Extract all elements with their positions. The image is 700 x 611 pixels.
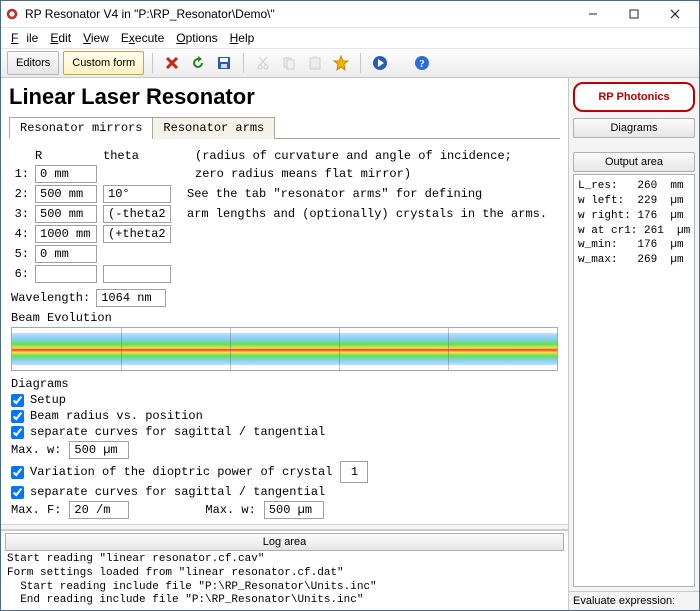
menubar: File Edit View Execute Options Help: [1, 28, 699, 49]
separator: [243, 53, 244, 73]
cb-radius[interactable]: [11, 410, 24, 423]
col-desc4: arm lengths and (optionally) crystals in…: [187, 207, 547, 221]
cb-sep1[interactable]: [11, 426, 24, 439]
menu-options[interactable]: Options: [172, 29, 221, 47]
cb-varpow[interactable]: [11, 466, 24, 479]
col-desc1: (radius of curvature and angle of incide…: [195, 149, 512, 163]
row-label: 5:: [11, 247, 29, 261]
maxw-input[interactable]: [69, 441, 129, 459]
beam-evolution-plot: [11, 327, 558, 371]
col-desc3: See the tab "resonator arms" for definin…: [187, 187, 482, 201]
wavelength-label: Wavelength:: [11, 291, 90, 305]
cb-sep1-label: separate curves for sagittal / tangentia…: [30, 425, 325, 439]
save-icon[interactable]: [213, 52, 235, 74]
col-desc2: zero radius means flat mirror): [195, 167, 411, 181]
tab-arms[interactable]: Resonator arms: [152, 117, 275, 139]
content-area: Linear Laser Resonator Resonator mirrors…: [1, 78, 568, 524]
beam-label: Beam Evolution: [11, 311, 558, 325]
col-theta: theta: [103, 149, 171, 163]
app-icon: [5, 7, 19, 21]
maxF-label: Max. F:: [11, 503, 61, 517]
menu-edit[interactable]: Edit: [46, 29, 75, 47]
log-header: Log area: [5, 533, 564, 551]
R-input-1[interactable]: [35, 165, 97, 183]
favorite-icon[interactable]: [330, 52, 352, 74]
cb-setup[interactable]: [11, 394, 24, 407]
theta-input-6[interactable]: [103, 265, 171, 283]
row-label: 6:: [11, 267, 29, 281]
varpow-n-input[interactable]: [340, 461, 368, 483]
logo: RP Photonics: [573, 82, 695, 112]
menu-view[interactable]: View: [79, 29, 113, 47]
wavelength-input[interactable]: [96, 289, 166, 307]
log-area: Log area Start reading "linear resonator…: [1, 530, 568, 610]
R-input-6[interactable]: [35, 265, 97, 283]
cb-sep2-label: separate curves for sagittal / tangentia…: [30, 485, 325, 499]
row-label: 2:: [11, 187, 29, 201]
tabstrip: Resonator mirrors Resonator arms: [9, 116, 560, 139]
cb-radius-label: Beam radius vs. position: [30, 409, 203, 423]
row-label: 1:: [11, 167, 29, 181]
col-R: R: [35, 149, 97, 163]
app-window: RP Resonator V4 in "P:\RP_Resonator\Demo…: [0, 0, 700, 611]
page-title: Linear Laser Resonator: [9, 84, 560, 110]
svg-text:?: ?: [419, 58, 425, 70]
menu-file[interactable]: File: [7, 29, 42, 47]
separator: [152, 53, 153, 73]
R-input-4[interactable]: [35, 225, 97, 243]
diagrams-button[interactable]: Diagrams: [573, 118, 695, 138]
cb-varpow-label: Variation of the dioptric power of cryst…: [30, 465, 332, 479]
theta-input-3[interactable]: [103, 205, 171, 223]
R-input-2[interactable]: [35, 185, 97, 203]
menu-help[interactable]: Help: [226, 29, 259, 47]
tab-mirrors[interactable]: Resonator mirrors: [9, 117, 153, 139]
editors-button[interactable]: Editors: [7, 51, 59, 75]
custom-form-button[interactable]: Custom form: [63, 51, 144, 75]
output-area-header[interactable]: Output area: [573, 152, 695, 172]
row-label: 4:: [11, 227, 29, 241]
run-icon[interactable]: [369, 52, 391, 74]
theta-input-4[interactable]: [103, 225, 171, 243]
logo-text: RP Photonics: [598, 91, 669, 103]
R-input-3[interactable]: [35, 205, 97, 223]
reload-icon[interactable]: [187, 52, 209, 74]
window-title: RP Resonator V4 in "P:\RP_Resonator\Demo…: [25, 7, 573, 21]
minimize-button[interactable]: [573, 2, 613, 26]
maxw2-label: Max. w:: [205, 503, 255, 517]
maxw-label: Max. w:: [11, 443, 61, 457]
close-button[interactable]: [655, 2, 695, 26]
row-label: 3:: [11, 207, 29, 221]
titlebar: RP Resonator V4 in "P:\RP_Resonator\Demo…: [1, 1, 699, 28]
R-input-5[interactable]: [35, 245, 97, 263]
toolbar: Editors Custom form ?: [1, 49, 699, 78]
maximize-button[interactable]: [614, 2, 654, 26]
log-text[interactable]: Start reading "linear resonator.cf.cav" …: [1, 551, 568, 610]
maxF-input[interactable]: [69, 501, 129, 519]
theta-input-2[interactable]: [103, 185, 171, 203]
cb-sep2[interactable]: [11, 486, 24, 499]
maxw2-input[interactable]: [264, 501, 324, 519]
cb-setup-label: Setup: [30, 393, 66, 407]
menu-execute[interactable]: Execute: [117, 29, 168, 47]
diagrams-label: Diagrams: [11, 377, 558, 391]
output-text[interactable]: L_res: 260 mm w left: 229 µm w right: 17…: [573, 174, 695, 587]
separator: [360, 53, 361, 73]
help-icon[interactable]: ?: [411, 52, 433, 74]
evaluate-label[interactable]: Evaluate expression:: [569, 591, 699, 610]
paste-icon[interactable]: [304, 52, 326, 74]
side-panel: RP Photonics Diagrams Output area L_res:…: [569, 78, 699, 610]
copy-icon[interactable]: [278, 52, 300, 74]
cut-icon[interactable]: [252, 52, 274, 74]
cancel-icon[interactable]: [161, 52, 183, 74]
